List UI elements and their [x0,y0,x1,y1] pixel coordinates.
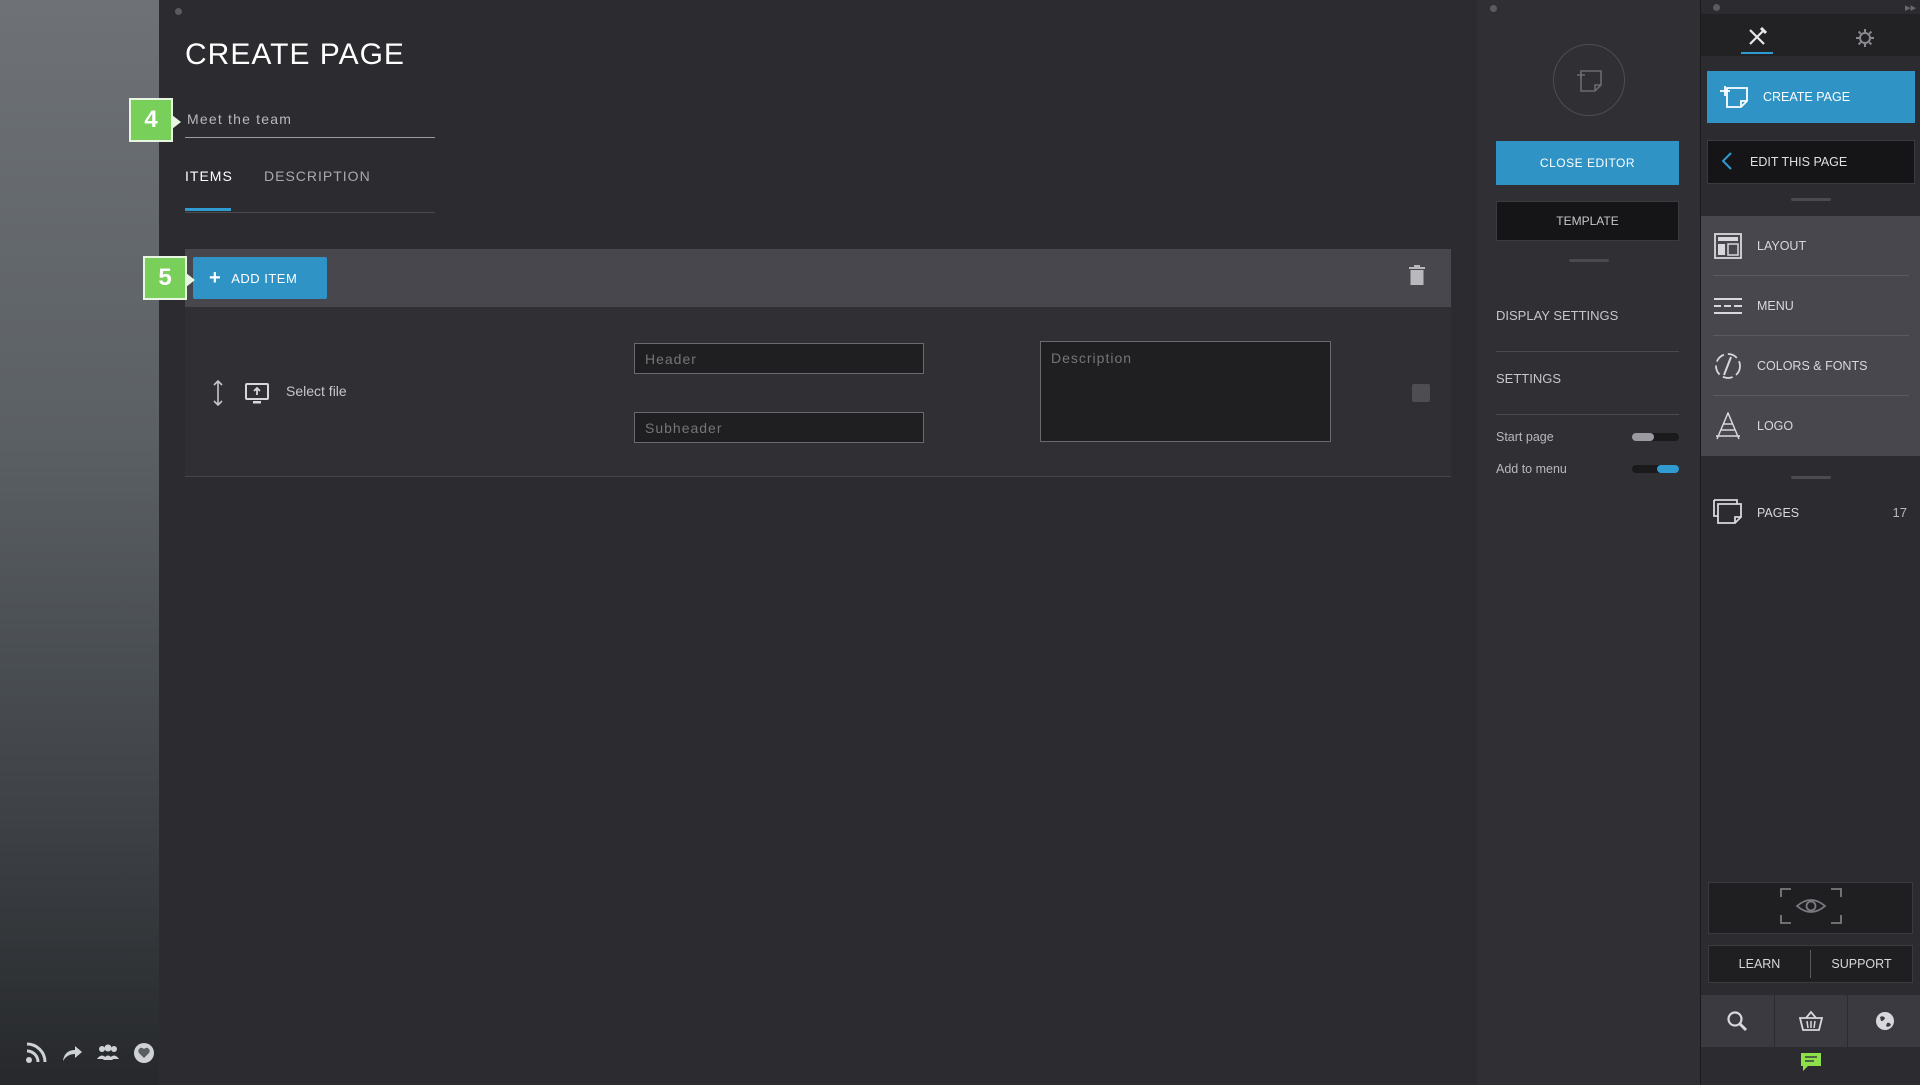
page-settings-panel: CLOSE EDITOR TEMPLATE DISPLAY SETTINGS S… [1477,0,1700,1085]
start-page-row: Start page [1496,428,1679,448]
search-icon[interactable] [1701,995,1775,1047]
collapse-panel-icon[interactable]: ▸▸ [1905,1,1916,14]
tool-label: COLORS & FONTS [1757,358,1868,373]
learn-support-bar: LEARN SUPPORT [1708,945,1913,983]
close-editor-button[interactable]: CLOSE EDITOR [1496,141,1679,185]
create-page-button[interactable]: CREATE PAGE [1707,71,1915,123]
add-to-menu-row: Add to menu [1496,460,1679,480]
tool-item-menu[interactable]: MENU [1713,276,1909,336]
add-item-button[interactable]: + ADD ITEM [193,257,327,299]
toggle-knob [1632,433,1654,441]
select-file-link[interactable]: Select file [286,383,347,399]
start-page-label: Start page [1496,430,1554,444]
tab-items[interactable]: ITEMS [185,168,233,211]
tools-tab-icon[interactable] [1741,22,1773,54]
logo-icon [1713,411,1743,441]
learn-button[interactable]: LEARN [1709,946,1810,982]
header-input[interactable] [634,343,924,374]
description-textarea[interactable] [1040,341,1331,442]
window-dot [1490,5,1497,12]
settings-link[interactable]: SETTINGS [1496,371,1679,415]
template-button[interactable]: TEMPLATE [1496,201,1679,241]
step-badge-5: 5 [143,256,195,300]
panel-divider [1569,259,1609,262]
create-page-label: CREATE PAGE [1763,90,1851,104]
page-name-input[interactable] [187,106,433,132]
subheader-input[interactable] [634,412,924,443]
add-item-label: ADD ITEM [231,270,298,286]
tool-item-layout[interactable]: LAYOUT [1713,216,1909,276]
edit-this-page-button[interactable]: EDIT THIS PAGE [1707,140,1915,184]
community-icon[interactable] [96,1041,120,1065]
toggle-knob [1657,465,1679,473]
tool-item-logo[interactable]: LOGO [1713,396,1909,456]
item-row: Select file [185,307,1451,477]
panel-tab-bar [1701,14,1920,56]
bottom-action-bar [1701,995,1920,1047]
pages-count: 17 [1892,505,1907,520]
pages-label: PAGES [1757,506,1800,520]
add-to-menu-toggle[interactable] [1632,465,1679,473]
tools-list: LAYOUT MENU COLORS & FONTS LOGO [1701,216,1920,456]
globe-icon[interactable] [1848,995,1920,1047]
start-page-toggle[interactable] [1632,433,1679,441]
tool-label: MENU [1757,298,1794,313]
tools-panel: ▸▸ CREATE PAGE EDIT THIS PAGE LAYOUT MEN… [1700,0,1920,1085]
trash-icon[interactable] [1409,265,1431,289]
display-settings-link[interactable]: DISPLAY SETTINGS [1496,308,1679,352]
window-dot [175,8,182,15]
favorite-icon[interactable] [132,1041,156,1065]
site-preview-strip [0,0,159,1085]
gear-icon[interactable] [1849,22,1881,54]
pages-icon [1713,498,1743,529]
social-icons [24,1041,156,1065]
window-dot [1713,4,1720,11]
add-to-menu-label: Add to menu [1496,462,1567,476]
items-toolbar: + ADD ITEM [185,249,1451,307]
tab-description[interactable]: DESCRIPTION [264,168,371,200]
pages-item[interactable]: PAGES 17 [1713,495,1909,531]
chevron-left-icon [1721,151,1732,173]
tool-item-colors-fonts[interactable]: COLORS & FONTS [1713,336,1909,396]
upload-monitor-icon[interactable] [245,383,269,405]
tool-label: LOGO [1757,419,1794,433]
item-select-checkbox[interactable] [1412,384,1430,402]
drag-handle-icon[interactable] [212,379,224,407]
chat-icon[interactable] [1798,1050,1824,1074]
preview-eye-icon [1779,887,1843,930]
edit-this-page-label: EDIT THIS PAGE [1750,155,1848,169]
step-badge-4: 4 [129,98,181,142]
tool-label: LAYOUT [1757,238,1807,253]
panel-divider [1791,198,1831,201]
rss-icon[interactable] [24,1041,48,1065]
new-page-icon [1719,83,1749,112]
page-title: CREATE PAGE [185,38,405,71]
page-name-field [185,104,435,138]
page-editor: CREATE PAGE 4 ITEMS DESCRIPTION + ADD IT… [129,0,1477,1085]
share-icon[interactable] [60,1041,84,1065]
colors-fonts-icon [1713,351,1743,381]
editor-tabs: ITEMS DESCRIPTION [185,168,435,213]
support-button[interactable]: SUPPORT [1811,946,1912,982]
layout-icon [1713,231,1743,261]
preview-button[interactable] [1708,882,1913,934]
panel-divider [1791,476,1831,479]
menu-lines-icon [1713,291,1743,321]
plus-icon: + [209,267,222,289]
basket-icon[interactable] [1775,995,1849,1047]
page-icon-avatar[interactable] [1553,44,1625,116]
